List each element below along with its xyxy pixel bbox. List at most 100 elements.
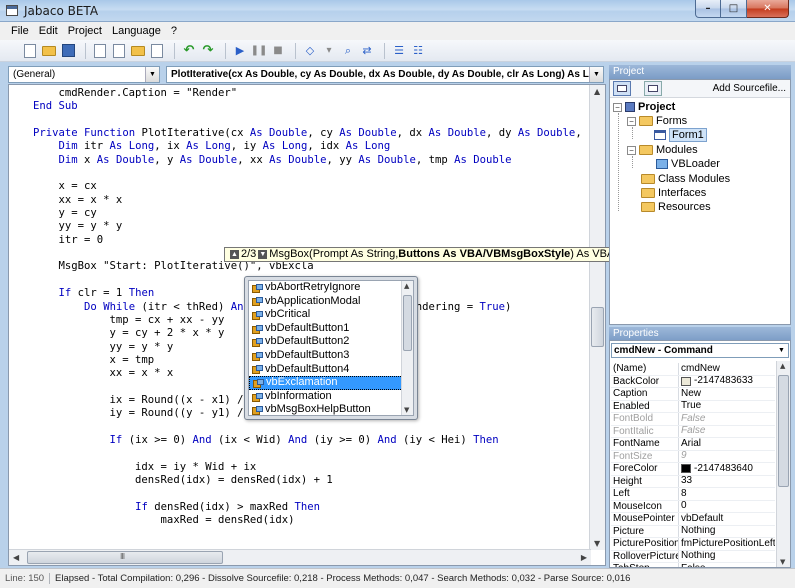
save-icon[interactable] — [60, 43, 76, 59]
indent-icon[interactable]: ☰ — [391, 43, 407, 59]
property-row[interactable]: FontBold False — [611, 413, 775, 426]
property-value[interactable]: Nothing — [679, 526, 775, 538]
tree-node-vbloader[interactable]: VBLoader — [656, 157, 720, 171]
code-line[interactable]: idx = iy * Wid + ix — [33, 461, 594, 474]
code-line[interactable]: ​ — [33, 447, 594, 460]
property-row[interactable]: BackColor -2147483633 — [611, 375, 775, 388]
close-button[interactable]: ✕ — [747, 0, 789, 18]
minimize-button[interactable]: – — [695, 0, 721, 18]
autocomplete-item[interactable]: vbMsgBoxHelpButton — [249, 403, 403, 415]
code-line[interactable]: Dim itr As Long, ix As Long, iy As Long,… — [33, 140, 594, 153]
property-value[interactable]: Arial — [679, 438, 775, 450]
editor-vertical-scrollbar[interactable]: ▲ ▼ — [589, 85, 605, 550]
property-value[interactable]: New — [679, 388, 775, 400]
autocomplete-item[interactable]: vbDefaultButton1 — [249, 322, 403, 336]
menu-file[interactable]: File — [6, 25, 34, 37]
scroll-up-icon[interactable]: ▲ — [780, 362, 785, 370]
property-value[interactable]: 9 — [679, 451, 775, 463]
tree-node-resources[interactable]: Resources — [641, 200, 711, 214]
cut-icon[interactable] — [92, 43, 108, 59]
property-row[interactable]: RolloverPicture Nothing — [611, 550, 775, 563]
chevron-down-icon[interactable]: ▼ — [145, 67, 159, 82]
stop-icon[interactable]: ■ — [270, 43, 286, 59]
tree-node-class-modules[interactable]: Class Modules — [641, 172, 730, 186]
tree-node-modules[interactable]: − Modules — [627, 143, 698, 157]
scroll-thumb[interactable] — [591, 307, 604, 347]
property-value[interactable]: 0 — [679, 501, 775, 513]
property-row[interactable]: PicturePositionfmPicturePositionLeftCer — [611, 538, 775, 551]
code-line[interactable]: ​ — [33, 114, 594, 127]
property-value[interactable]: False — [679, 426, 775, 438]
code-line[interactable]: If densRed(idx) > maxRed Then — [33, 501, 594, 514]
property-row[interactable]: FontItalic False — [611, 425, 775, 438]
scroll-down-icon[interactable]: ▼ — [594, 539, 600, 548]
autocomplete-item[interactable]: vbCritical — [249, 308, 403, 322]
menu-help[interactable]: ? — [166, 25, 182, 37]
property-value[interactable]: False — [679, 413, 775, 425]
copy-icon[interactable] — [111, 43, 127, 59]
find-icon[interactable]: ⌕ — [340, 43, 356, 59]
code-line[interactable]: Dim x As Double, y As Double, xx As Doub… — [33, 154, 594, 167]
scroll-left-icon[interactable]: ◀ — [13, 553, 19, 562]
code-line[interactable]: densRed(idx) = densRed(idx) + 1 — [33, 474, 594, 487]
property-row[interactable]: Caption New — [611, 388, 775, 401]
code-line[interactable]: MsgBox "Start: PlotIterative()", vbExcla — [33, 260, 594, 273]
autocomplete-item[interactable]: vbInformation — [249, 390, 403, 404]
code-line[interactable]: y = cy — [33, 207, 594, 220]
property-row[interactable]: Left 8 — [611, 488, 775, 501]
autocomplete-item[interactable]: vbDefaultButton4 — [249, 363, 403, 377]
code-line[interactable]: cmdRender.Caption = "Render" — [33, 87, 594, 100]
collapse-icon[interactable]: − — [627, 116, 636, 126]
code-line[interactable]: ​ — [33, 167, 594, 180]
open-icon[interactable] — [41, 43, 57, 59]
property-value[interactable]: vbDefault — [679, 513, 775, 525]
tree-node-interfaces[interactable]: Interfaces — [641, 186, 706, 200]
menu-edit[interactable]: Edit — [34, 25, 63, 37]
property-value[interactable]: 8 — [679, 488, 775, 500]
scroll-down-icon[interactable]: ▼ — [780, 558, 785, 566]
property-row[interactable]: MouseIcon 0 — [611, 500, 775, 513]
code-line[interactable]: Private Function PlotIterative(cx As Dou… — [33, 127, 594, 140]
object-combo[interactable]: (General) ▼ — [8, 66, 160, 83]
code-line[interactable]: xx = x * x — [33, 194, 594, 207]
view-form-button[interactable] — [644, 81, 662, 96]
property-row[interactable]: MousePointer vbDefault — [611, 513, 775, 526]
code-line[interactable]: x = cx — [33, 180, 594, 193]
code-line[interactable]: yy = y * y — [33, 220, 594, 233]
property-value[interactable]: Nothing — [679, 551, 775, 563]
property-row[interactable]: Height 33 — [611, 475, 775, 488]
code-line[interactable]: itr = 0 — [33, 234, 594, 247]
tree-node-forms[interactable]: − Forms — [627, 114, 687, 128]
menu-language[interactable]: Language — [107, 25, 166, 37]
scroll-thumb[interactable] — [403, 295, 412, 351]
print-icon[interactable] — [149, 43, 165, 59]
add-sourcefile-button[interactable]: Add Sourcefile... — [713, 83, 786, 94]
chevron-down-icon[interactable]: ▼ — [775, 344, 788, 357]
pause-icon[interactable]: ❚❚ — [251, 43, 268, 59]
property-value[interactable]: cmdNew — [679, 363, 775, 375]
property-value[interactable]: True — [679, 401, 775, 413]
outdent-icon[interactable]: ☷ — [410, 43, 426, 59]
autocomplete-item[interactable]: vbExclamation — [249, 376, 403, 390]
collapse-icon[interactable]: − — [627, 145, 636, 155]
property-row[interactable]: FontName Arial — [611, 438, 775, 451]
property-value[interactable]: -2147483640 — [679, 463, 775, 475]
run-icon[interactable]: ▶ — [232, 43, 248, 59]
tag-dropdown-icon[interactable]: ▾ — [321, 43, 337, 59]
menu-project[interactable]: Project — [63, 25, 107, 37]
editor-horizontal-scrollbar[interactable]: ◀ ▶ — [9, 549, 591, 565]
autocomplete-scrollbar[interactable]: ▲ ▼ — [401, 281, 413, 415]
scroll-down-icon[interactable]: ▼ — [404, 406, 409, 414]
code-line[interactable]: maxRed = densRed(idx) — [33, 514, 594, 527]
code-line[interactable]: ​ — [33, 421, 594, 434]
code-line[interactable]: If (ix >= 0) And (ix < Wid) And (iy >= 0… — [33, 434, 594, 447]
procedure-combo[interactable]: PlotIterative(cx As Double, cy As Double… — [166, 66, 604, 83]
maximize-button[interactable]: □ — [721, 0, 747, 18]
tree-node-form1[interactable]: Form1 — [654, 128, 707, 142]
undo-icon[interactable]: ↶ — [181, 43, 197, 59]
property-value[interactable]: fmPicturePositionLeftCer — [679, 538, 775, 550]
property-value[interactable]: 33 — [679, 476, 775, 488]
previous-overload-icon[interactable]: ▲ — [230, 250, 239, 259]
property-row[interactable]: (Name) cmdNew — [611, 363, 775, 376]
scroll-up-icon[interactable]: ▲ — [594, 87, 600, 96]
